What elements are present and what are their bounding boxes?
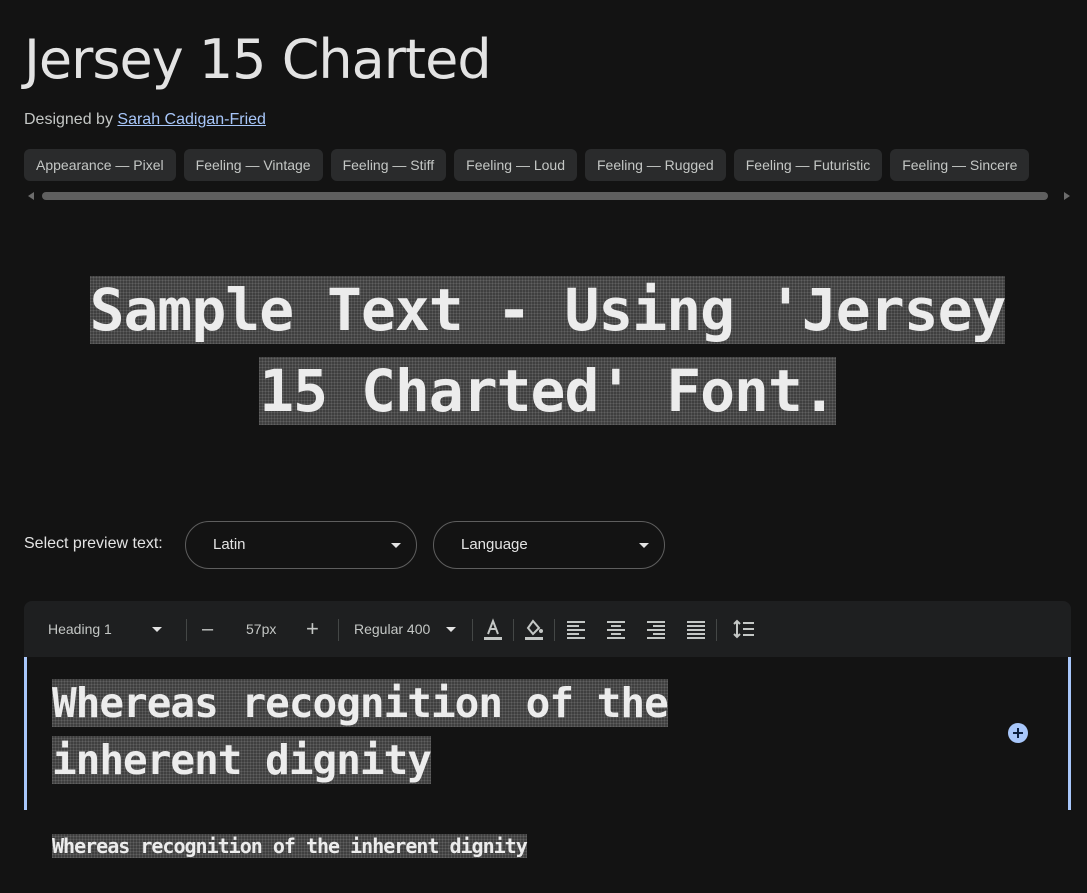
chevron-down-icon [639, 543, 649, 548]
text-style-value: Heading 1 [48, 621, 112, 637]
designer-link[interactable]: Sarah Cadigan-Fried [117, 111, 266, 128]
script-select[interactable]: Latin [185, 521, 417, 569]
hero-sample-label: Sample Text - Using 'Jersey 15 Charted' … [89, 276, 1006, 425]
font-specimen-page: Jersey 15 Charted Designed by Sarah Cadi… [0, 0, 1087, 893]
chevron-down-icon [391, 543, 401, 548]
toolbar-divider [338, 619, 339, 641]
align-left-icon[interactable] [564, 617, 588, 641]
font-title: Jersey 15 Charted [24, 28, 492, 91]
tag-chip[interactable]: Feeling — Vintage [183, 149, 323, 181]
toolbar-divider [186, 619, 187, 641]
font-weight-select[interactable]: Regular 400 [354, 601, 464, 657]
font-size-value[interactable]: 57px [246, 601, 276, 657]
increase-size-button[interactable]: + [306, 601, 319, 657]
scroll-right-icon[interactable] [1064, 192, 1070, 200]
align-justify-icon[interactable] [684, 617, 708, 641]
designed-by-label: Designed by [24, 111, 113, 128]
tag-chip[interactable]: Feeling — Sincere [890, 149, 1030, 181]
line-height-icon[interactable] [732, 617, 756, 641]
tag-chip[interactable]: Feeling — Stiff [330, 149, 447, 181]
tag-chip-list: Appearance — Pixel Feeling — Vintage Fee… [24, 149, 1087, 181]
editor-text[interactable]: Whereas recognition of the inherent dign… [52, 675, 852, 789]
tag-chip[interactable]: Appearance — Pixel [24, 149, 176, 181]
text-color-icon[interactable] [481, 617, 505, 641]
chevron-down-icon [446, 627, 456, 632]
tag-chip[interactable]: Feeling — Loud [454, 149, 577, 181]
preview-text-label: Select preview text: [24, 535, 163, 552]
tag-scrollbar[interactable] [24, 190, 1072, 202]
editor-text-content: Whereas recognition of the inherent dign… [52, 679, 669, 784]
toolbar-divider [554, 619, 555, 641]
align-center-icon[interactable] [604, 617, 628, 641]
align-right-icon[interactable] [644, 617, 668, 641]
scrollbar-thumb[interactable] [42, 192, 1048, 200]
toolbar-divider [716, 619, 717, 641]
toolbar-divider [472, 619, 473, 641]
highlight-color-icon[interactable] [522, 617, 546, 641]
font-weight-value: Regular 400 [354, 621, 431, 637]
chip-fade [1047, 149, 1087, 181]
preview-editor[interactable]: Whereas recognition of the inherent dign… [24, 657, 1071, 810]
editor-toolbar: Heading 1 – 57px + Regular 400 [24, 601, 1071, 657]
small-sample-text: Whereas recognition of the inherent dign… [52, 830, 752, 862]
chevron-down-icon [152, 627, 162, 632]
language-select[interactable]: Language [433, 521, 665, 569]
toolbar-divider [513, 619, 514, 641]
decrease-size-button[interactable]: – [202, 601, 213, 657]
add-circle-icon[interactable] [1008, 723, 1028, 743]
tag-chip[interactable]: Feeling — Futuristic [733, 149, 883, 181]
scroll-left-icon[interactable] [28, 192, 34, 200]
text-style-select[interactable]: Heading 1 [48, 601, 168, 657]
hero-sample-text: Sample Text - Using 'Jersey 15 Charted' … [60, 270, 1035, 432]
script-select-value: Latin [213, 536, 246, 553]
tag-chip[interactable]: Feeling — Rugged [584, 149, 726, 181]
designer-line: Designed by Sarah Cadigan-Fried [24, 111, 266, 129]
language-select-value: Language [461, 536, 528, 553]
small-sample-content: Whereas recognition of the inherent dign… [52, 834, 528, 858]
